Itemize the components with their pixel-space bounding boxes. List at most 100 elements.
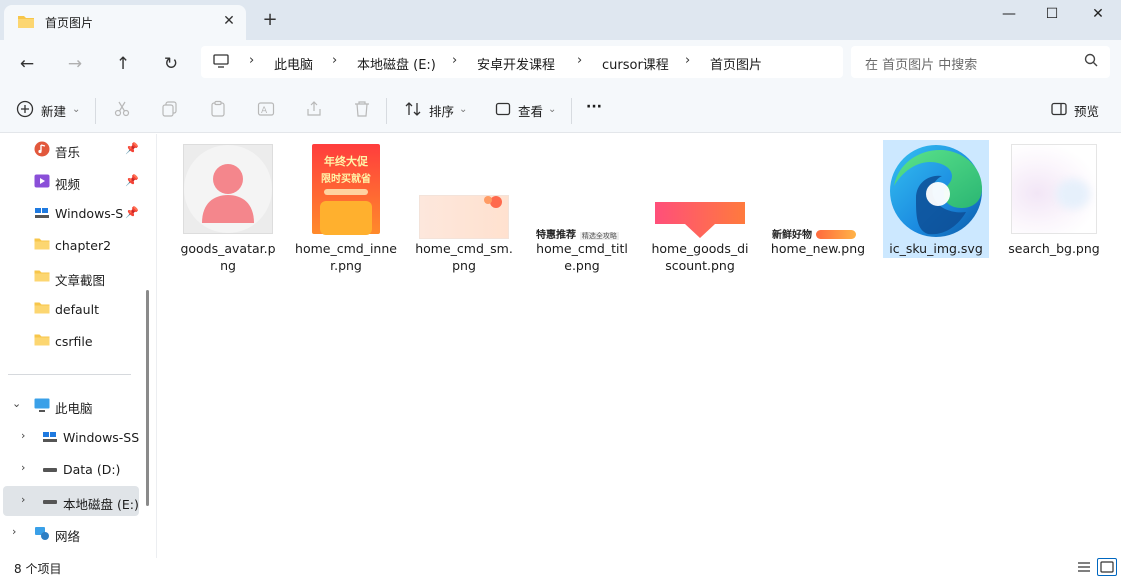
file-name: home_cmd_inner.png xyxy=(295,241,397,273)
chevron-right-icon: › xyxy=(452,53,458,68)
sidebar-item-video[interactable]: 视频 📌 xyxy=(0,166,156,196)
thumbnail-decoration xyxy=(1056,179,1090,209)
file-thumbnail: 特惠推荐 精选全攻略 xyxy=(536,226,628,241)
sidebar-item-music[interactable]: 音乐 📌 xyxy=(0,134,156,164)
tab-current[interactable]: 首页图片 ✕ xyxy=(4,5,246,40)
file-item-selected[interactable]: ic_sku_img.svg xyxy=(883,140,989,258)
svg-text:A: A xyxy=(261,106,268,116)
refresh-button[interactable]: ↻ xyxy=(156,49,186,79)
chevron-right-icon[interactable]: › xyxy=(21,493,25,506)
sidebar-item-windows-ssd-drive[interactable]: › Windows-SSD xyxy=(0,422,156,452)
paste-icon[interactable] xyxy=(209,100,229,120)
toolbar-divider xyxy=(571,98,572,124)
network-icon xyxy=(34,525,50,541)
file-thumbnail: 年终大促 限时买就省 xyxy=(312,144,380,235)
thumbnail-decoration xyxy=(320,201,372,235)
file-item[interactable]: 新鲜好物 home_new.png xyxy=(765,140,871,258)
chevron-down-icon: ⌄ xyxy=(72,104,81,115)
address-bar[interactable]: › 此电脑 › 本地磁盘 (E:) › 安卓开发课程 › cursor课程 › … xyxy=(201,46,843,78)
drive-icon xyxy=(42,461,58,477)
details-view-icon[interactable] xyxy=(1076,559,1092,576)
file-item[interactable]: 年终大促 限时买就省 home_cmd_inner.png xyxy=(293,140,399,273)
file-item[interactable]: goods_avatar.png xyxy=(175,140,281,273)
close-window-button[interactable]: ✕ xyxy=(1075,0,1121,30)
command-bar: 新建 ⌄ A 排序 ⌄ 查看 ⌄ ··· 预览 xyxy=(0,88,1121,133)
file-name: search_bg.png xyxy=(1008,241,1100,256)
view-icon xyxy=(494,100,514,120)
file-list: goods_avatar.png 年终大促 限时买就省 home_cmd_inn… xyxy=(156,134,1121,558)
drive-icon xyxy=(34,205,50,221)
navigation-pane: 音乐 📌 视频 📌 Windows-SSD 📌 chapter2 文章截图 de… xyxy=(0,134,156,558)
maximize-button[interactable]: ☐ xyxy=(1029,0,1075,30)
sidebar-item-data-d[interactable]: › Data (D:) xyxy=(0,454,156,484)
computer-icon xyxy=(34,397,50,413)
sidebar-item-label: 音乐 xyxy=(55,145,81,160)
sidebar-item-this-pc[interactable]: ⌄ 此电脑 xyxy=(0,390,156,420)
large-icons-view-icon[interactable] xyxy=(1097,558,1117,576)
chevron-down-icon[interactable]: ⌄ xyxy=(12,397,21,410)
folder-icon xyxy=(34,333,50,349)
up-button[interactable]: ↑ xyxy=(108,49,138,79)
sidebar-item-article-screenshots[interactable]: 文章截图 xyxy=(0,262,156,292)
video-icon xyxy=(34,173,50,189)
sidebar-item-csrfile[interactable]: csrfile xyxy=(0,326,156,356)
file-item[interactable]: home_cmd_sm.png xyxy=(411,140,517,273)
thumbnail-text: 精选全攻略 xyxy=(579,232,619,240)
more-options-button[interactable]: ··· xyxy=(586,99,602,115)
sidebar-item-windows-ssd[interactable]: Windows-SSD 📌 xyxy=(0,198,156,228)
breadcrumb-this-pc[interactable]: 此电脑 xyxy=(274,54,313,73)
breadcrumb-cursor-course[interactable]: cursor课程 xyxy=(602,54,669,73)
sidebar-scrollbar[interactable] xyxy=(146,290,149,506)
breadcrumb-android-course[interactable]: 安卓开发课程 xyxy=(477,54,555,73)
file-thumbnail: 新鲜好物 xyxy=(772,226,864,241)
sort-button[interactable]: 排序 xyxy=(429,101,454,120)
search-box[interactable]: 在 首页图片 中搜索 xyxy=(851,46,1110,78)
view-button[interactable]: 查看 xyxy=(518,101,543,120)
forward-button[interactable]: → xyxy=(60,49,90,79)
sidebar-item-default[interactable]: default xyxy=(0,294,156,324)
chevron-right-icon[interactable]: › xyxy=(21,461,25,474)
file-name: goods_avatar.png xyxy=(180,241,276,273)
file-item[interactable]: search_bg.png xyxy=(1001,140,1107,258)
file-item[interactable]: home_goods_discount.png xyxy=(647,140,753,273)
minimize-button[interactable]: — xyxy=(986,0,1032,30)
search-icon xyxy=(1084,53,1098,72)
navigation-bar: ← → ↑ ↻ › 此电脑 › 本地磁盘 (E:) › 安卓开发课程 › cur… xyxy=(0,40,1121,88)
breadcrumb-current-folder[interactable]: 首页图片 xyxy=(710,54,762,73)
edge-logo-icon xyxy=(886,142,986,238)
file-thumbnail xyxy=(655,202,745,238)
delete-icon[interactable] xyxy=(353,100,373,120)
chevron-right-icon[interactable]: › xyxy=(21,429,25,442)
breadcrumb-drive-e[interactable]: 本地磁盘 (E:) xyxy=(357,54,436,73)
sidebar-item-label: 文章截图 xyxy=(55,273,106,288)
sidebar-item-label: Windows-SSD xyxy=(55,206,123,221)
copy-icon[interactable] xyxy=(161,100,181,120)
share-icon[interactable] xyxy=(305,100,325,120)
drive-icon xyxy=(42,493,58,509)
sidebar-item-chapter2[interactable]: chapter2 xyxy=(0,230,156,260)
folder-icon xyxy=(34,269,50,285)
sidebar-divider xyxy=(8,374,131,375)
sidebar-item-network[interactable]: › 网络 xyxy=(0,518,156,548)
new-button[interactable]: 新建 xyxy=(41,101,66,120)
sidebar-item-label: csrfile xyxy=(55,334,93,349)
folder-icon xyxy=(34,301,50,317)
chevron-right-icon: › xyxy=(577,53,583,68)
file-thumbnail xyxy=(419,195,509,239)
new-tab-button[interactable]: + xyxy=(259,9,281,31)
sidebar-item-label: 网络 xyxy=(55,529,81,544)
tab-close-icon[interactable]: ✕ xyxy=(220,12,238,30)
search-input[interactable]: 在 首页图片 中搜索 xyxy=(865,54,977,73)
chevron-right-icon: › xyxy=(249,53,255,68)
thumbnail-decoration xyxy=(324,189,368,195)
rename-icon[interactable]: A xyxy=(257,100,277,120)
sidebar-item-local-disk-e[interactable]: › 本地磁盘 (E:) xyxy=(3,486,139,516)
computer-icon xyxy=(213,54,229,72)
file-item[interactable]: 特惠推荐 精选全攻略 home_cmd_title.png xyxy=(529,140,635,273)
toolbar-divider xyxy=(95,98,96,124)
preview-button[interactable]: 预览 xyxy=(1074,101,1099,120)
music-icon xyxy=(34,141,50,157)
back-button[interactable]: ← xyxy=(12,49,42,79)
cut-icon[interactable] xyxy=(113,100,133,120)
chevron-right-icon[interactable]: › xyxy=(12,525,16,538)
